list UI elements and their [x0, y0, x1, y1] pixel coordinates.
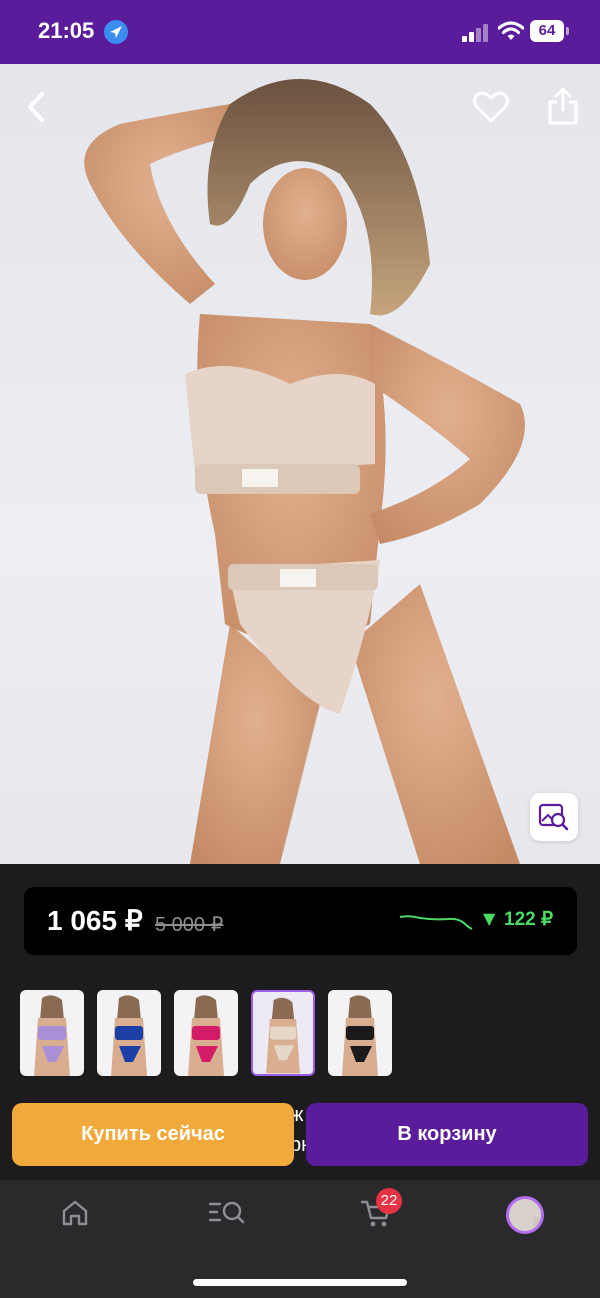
variant-thumb-blue[interactable]: [97, 990, 161, 1076]
variant-thumb-pink[interactable]: [174, 990, 238, 1076]
cart-badge: 22: [376, 1188, 402, 1214]
catalog-search-icon: [208, 1201, 245, 1224]
variant-thumb-lilac[interactable]: [20, 990, 84, 1076]
heart-icon[interactable]: [472, 90, 510, 124]
tab-cart[interactable]: 22: [336, 1180, 416, 1250]
tab-home[interactable]: [36, 1180, 116, 1250]
model-illustration: [84, 79, 525, 864]
share-icon[interactable]: [546, 86, 580, 126]
variant-thumb-black[interactable]: [328, 990, 392, 1076]
add-to-cart-button[interactable]: В корзину: [306, 1103, 588, 1166]
price-card: 1 065 ₽ 5 000 ₽ ▼ 122 ₽: [24, 887, 577, 955]
back-icon[interactable]: [22, 90, 52, 124]
location-arrow-icon: [104, 20, 128, 44]
image-search-button[interactable]: [530, 793, 578, 841]
tab-profile[interactable]: [486, 1180, 566, 1250]
battery-cap: [566, 27, 569, 35]
battery-level: 64: [530, 20, 564, 42]
battery-icon: 64: [530, 20, 570, 44]
status-bar: 21:05 64: [0, 0, 600, 64]
profile-avatar: [506, 1196, 544, 1234]
wifi-icon: [497, 20, 525, 42]
variant-thumb-beige[interactable]: [251, 990, 315, 1076]
price-trend-chart: [399, 915, 473, 930]
buy-now-button[interactable]: Купить сейчас: [12, 1103, 294, 1166]
product-image[interactable]: [0, 64, 600, 864]
image-search-icon: [538, 803, 569, 831]
down-triangle-icon: ▼: [483, 909, 496, 928]
current-price: 1 065 ₽: [47, 905, 143, 936]
home-indicator: [193, 1279, 407, 1286]
tab-catalog[interactable]: [184, 1180, 264, 1250]
home-icon: [62, 1200, 88, 1226]
price-drop: 122 ₽: [504, 909, 554, 930]
status-time: 21:05: [38, 18, 95, 43]
old-price: 5 000 ₽: [155, 914, 224, 936]
signal-icon: [462, 24, 490, 42]
